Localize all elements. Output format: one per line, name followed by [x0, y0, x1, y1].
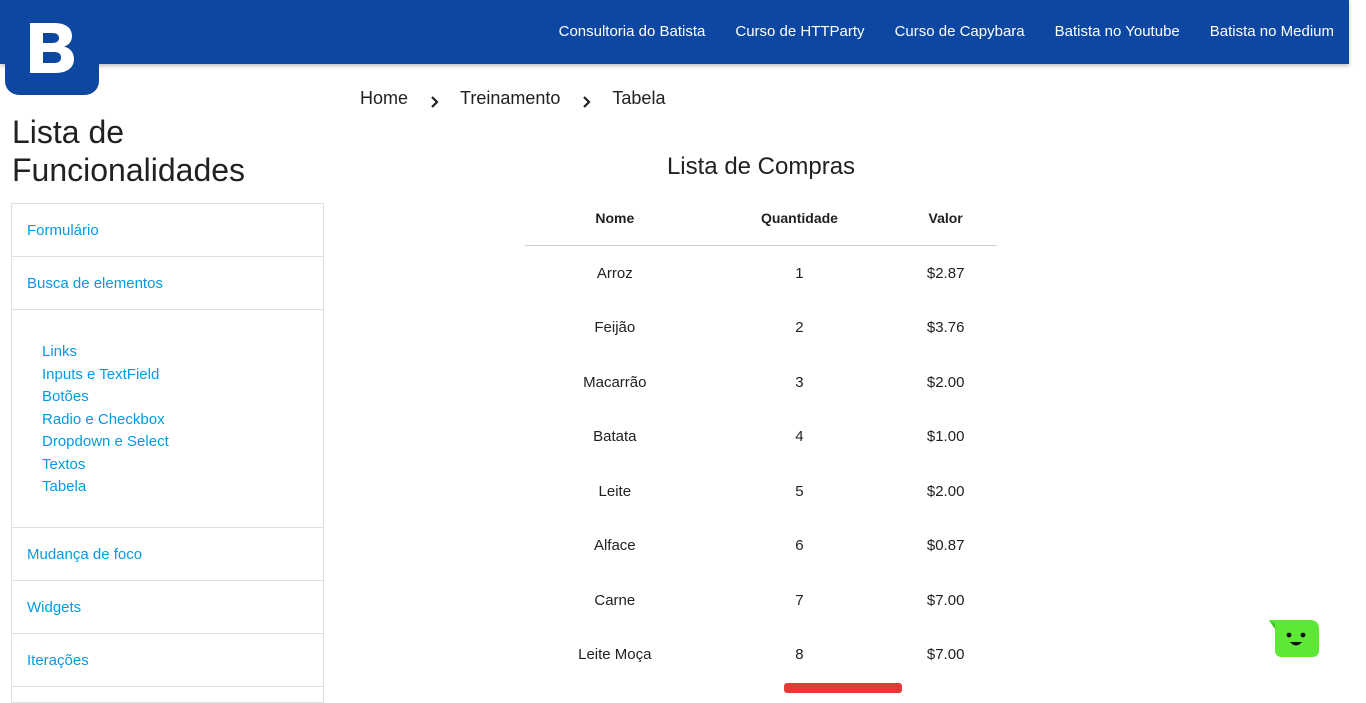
nav-link-youtube[interactable]: Batista no Youtube	[1055, 23, 1180, 40]
header-quantidade: Quantidade	[704, 190, 895, 246]
sidebar-item-busca: Busca de elementos	[12, 257, 323, 310]
nav-link-medium[interactable]: Batista no Medium	[1210, 23, 1334, 40]
top-navbar: Consultoria do Batista Curso de HTTParty…	[0, 0, 1349, 64]
nav-item: Curso de Capybara	[895, 23, 1025, 41]
submenu-link-textos[interactable]: Textos	[42, 456, 85, 473]
nav-link-consultoria[interactable]: Consultoria do Batista	[559, 23, 706, 40]
table-header-row: Nome Quantidade Valor	[525, 190, 997, 246]
cell-nome: Batata	[593, 428, 637, 446]
cell-valor: $2.87	[926, 264, 965, 282]
table-body: Arroz 1 $2.87 Feijão 2 $3.76 Macarrão 3 …	[525, 246, 997, 683]
brand-logo-icon	[30, 23, 74, 73]
cell-nome: Leite Moça	[578, 646, 652, 664]
submenu-item: Inputs e TextField	[42, 364, 323, 387]
table-head: Nome Quantidade Valor	[525, 190, 997, 246]
cell-valor: $7.00	[926, 646, 965, 664]
sidebar-item-formulario: Formulário	[12, 204, 323, 257]
submenu-item: Textos	[42, 454, 323, 477]
shopping-table: Nome Quantidade Valor Arroz 1 $2.87 Feij…	[525, 190, 997, 682]
cell-quantidade: 5	[795, 482, 804, 500]
brand-logo[interactable]	[5, 1, 99, 95]
sidebar-title: Lista de Funcionalidades	[12, 114, 246, 188]
sidebar-link-iteracoes[interactable]: Iterações	[27, 652, 89, 669]
submenu-link-inputs[interactable]: Inputs e TextField	[42, 366, 159, 383]
breadcrumb-tabela[interactable]: Tabela	[612, 88, 665, 109]
action-button[interactable]	[784, 683, 902, 693]
table-row: Macarrão 3 $2.00	[525, 355, 997, 410]
cell-valor: $1.00	[926, 428, 965, 446]
sidebar-link-foco[interactable]: Mudança de foco	[27, 546, 142, 563]
nav-links: Consultoria do Batista Curso de HTTParty…	[529, 0, 1334, 64]
cell-nome: Arroz	[596, 264, 633, 282]
nav-item: Batista no Medium	[1210, 23, 1334, 41]
cell-nome: Leite	[598, 482, 632, 500]
submenu-link-radio[interactable]: Radio e Checkbox	[42, 411, 165, 428]
submenu-link-dropdown[interactable]: Dropdown e Select	[42, 433, 169, 450]
cell-valor: $2.00	[926, 373, 965, 391]
table-row: Leite Moça 8 $7.00	[525, 628, 997, 683]
table-row: Arroz 1 $2.87	[525, 246, 997, 301]
sidebar-link-busca[interactable]: Busca de elementos	[27, 275, 163, 292]
submenu-list: Links Inputs e TextField Botões Radio e …	[42, 341, 323, 499]
cell-valor: $0.87	[926, 537, 965, 555]
nav-link-capybara[interactable]: Curso de Capybara	[895, 23, 1025, 40]
sidebar-link-widgets[interactable]: Widgets	[27, 599, 81, 616]
submenu-item: Radio e Checkbox	[42, 409, 323, 432]
table-row: Alface 6 $0.87	[525, 519, 997, 574]
cell-valor: $2.00	[926, 482, 965, 500]
submenu-item: Tabela	[42, 476, 323, 499]
sidebar-link-formulario[interactable]: Formulário	[27, 222, 99, 239]
table-row: Leite 5 $2.00	[525, 464, 997, 519]
chat-smile-icon	[1269, 620, 1319, 657]
nav-link-httparty[interactable]: Curso de HTTParty	[735, 23, 864, 40]
cell-nome: Carne	[594, 591, 636, 609]
header-valor: Valor	[894, 190, 997, 246]
cell-quantidade: 1	[795, 264, 804, 282]
sidebar-item-widgets: Widgets	[12, 581, 323, 634]
sidebar-item-iteracoes: Iterações	[12, 634, 323, 687]
feature-list: Formulário Busca de elementos Links Inpu…	[11, 203, 324, 703]
sidebar-submenu: Links Inputs e TextField Botões Radio e …	[12, 310, 323, 528]
nav-item: Curso de HTTParty	[735, 23, 864, 41]
chat-widget-button[interactable]	[1268, 616, 1320, 659]
cell-quantidade: 2	[795, 319, 804, 337]
submenu-link-tabela[interactable]: Tabela	[42, 478, 86, 495]
nav-item: Consultoria do Batista	[559, 23, 706, 41]
table-row: Feijão 2 $3.76	[525, 301, 997, 356]
submenu-item: Links	[42, 341, 323, 364]
cell-quantidade: 3	[795, 373, 804, 391]
submenu-link-links[interactable]: Links	[42, 343, 77, 360]
cell-nome: Feijão	[594, 319, 636, 337]
cell-quantidade: 4	[795, 428, 804, 446]
breadcrumb: Home Treinamento Tabela	[360, 86, 665, 110]
cell-quantidade: 7	[795, 591, 804, 609]
breadcrumb-home[interactable]: Home	[360, 88, 408, 109]
cell-nome: Alface	[593, 537, 636, 555]
submenu-item: Botões	[42, 386, 323, 409]
table-row: Carne 7 $7.00	[525, 573, 997, 628]
cell-quantidade: 8	[795, 646, 804, 664]
submenu-link-botoes[interactable]: Botões	[42, 388, 89, 405]
sidebar-item-foco: Mudança de foco	[12, 528, 323, 581]
table-title: Lista de Compras	[666, 153, 856, 180]
breadcrumb-treinamento[interactable]: Treinamento	[460, 88, 560, 109]
nav-item: Batista no Youtube	[1055, 23, 1180, 41]
table-row: Batata 4 $1.00	[525, 410, 997, 465]
cell-quantidade: 6	[795, 537, 804, 555]
chevron-right-icon	[430, 96, 444, 108]
cell-valor: $7.00	[926, 591, 965, 609]
submenu-item: Dropdown e Select	[42, 431, 323, 454]
cell-nome: Macarrão	[583, 373, 647, 391]
cell-valor: $3.76	[926, 319, 965, 337]
chevron-right-icon	[582, 96, 596, 108]
header-nome: Nome	[525, 190, 705, 246]
